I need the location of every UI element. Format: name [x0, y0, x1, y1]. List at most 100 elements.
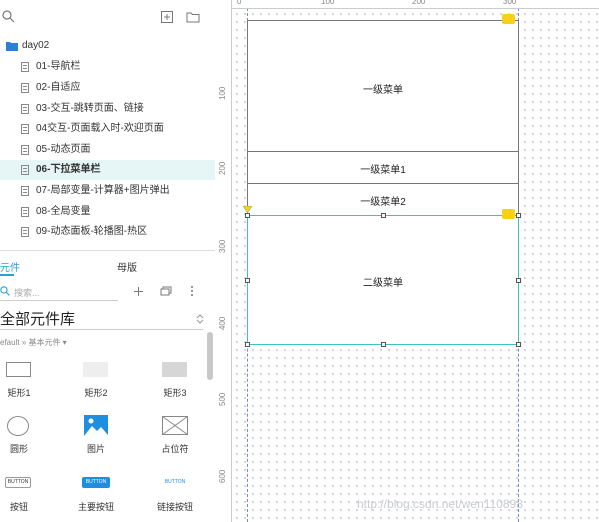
page-item[interactable]: 02-自适应: [0, 78, 215, 98]
page-label: 02-自适应: [36, 82, 81, 93]
add-page-icon[interactable]: [160, 10, 174, 24]
widget-placeholder[interactable]: 占位符: [150, 415, 200, 455]
widget-primary-button[interactable]: BUTTON 主要按钮: [71, 474, 121, 514]
page-item[interactable]: 09-动态面板-轮播图-热区: [0, 222, 215, 242]
menu-item-2-box[interactable]: 一级菜单2: [247, 183, 519, 216]
box-label: 一级菜单1: [360, 165, 406, 176]
page-label: 07-局部变量-计算器+图片弹出: [36, 185, 170, 196]
button-icon: BUTTON: [5, 477, 31, 488]
widget-image[interactable]: 图片: [71, 415, 121, 455]
widget-label: 主要按钮: [77, 502, 114, 512]
page-label: 09-动态面板-轮播图-热区: [36, 226, 148, 237]
widget-label: 矩形3: [163, 388, 187, 398]
design-canvas[interactable]: 0 100 200 300 100 200 300 400 500 600 一级…: [215, 0, 599, 522]
add-library-icon[interactable]: [133, 286, 144, 297]
library-menu-icon[interactable]: [160, 286, 172, 297]
widget-button[interactable]: BUTTON 按钮: [0, 474, 44, 514]
page-icon: [21, 207, 29, 217]
box-label: 一级菜单2: [360, 197, 406, 208]
library-tabs: 元件 母版: [0, 252, 215, 278]
horizontal-ruler: 0 100 200 300: [215, 0, 599, 9]
widget-label: 矩形1: [7, 388, 31, 398]
page-item[interactable]: 08-全局变量: [0, 202, 215, 222]
page-icon: [21, 227, 29, 237]
ruler-label: 500: [218, 392, 227, 406]
resize-handle[interactable]: [245, 213, 250, 218]
widget-label: 矩形2: [84, 388, 108, 398]
placeholder-icon: [162, 416, 188, 435]
main-menu-box[interactable]: 一级菜单: [247, 20, 519, 152]
folder-label: day02: [22, 40, 50, 51]
folder-icon: [6, 42, 18, 51]
page-item[interactable]: 04交互-页面载入时-欢迎页面: [0, 119, 215, 139]
page-item[interactable]: 05-动态页面: [0, 140, 215, 160]
image-icon: [84, 415, 108, 436]
resize-handle[interactable]: [245, 278, 250, 283]
interaction-bolt-icon[interactable]: ⚡: [502, 14, 515, 24]
search-icon: [0, 286, 10, 296]
widget-label: 圆形: [9, 444, 28, 454]
tab-masters[interactable]: 母版: [117, 259, 137, 274]
left-panel: day02 01-导航栏 02-自适应 03-交互-跳转页面、链接 04交互-页…: [0, 0, 215, 522]
widget-link-button[interactable]: BUTTON 链接按钮: [150, 474, 200, 514]
ellipse-icon: [7, 416, 29, 436]
box-label: 二级菜单: [363, 278, 403, 289]
ruler-label: 0: [237, 0, 242, 6]
rectangle-icon: [6, 362, 31, 377]
add-folder-icon[interactable]: [186, 10, 200, 24]
ruler-label: 400: [218, 316, 227, 330]
resize-handle[interactable]: [516, 213, 521, 218]
ruler-label: 300: [503, 0, 517, 6]
library-search-input[interactable]: 搜索...: [14, 286, 40, 299]
panel-divider: [0, 250, 215, 251]
widget-label: 链接按钮: [156, 502, 193, 512]
vertical-ruler: 100 200 300 400 500 600: [215, 0, 232, 522]
page-icon: [21, 104, 29, 114]
interaction-bolt-icon[interactable]: ⚡: [502, 209, 515, 219]
page-item[interactable]: 01-导航栏: [0, 57, 215, 77]
ruler-label: 200: [218, 161, 227, 175]
page-label: 06-下拉菜单栏: [36, 164, 101, 175]
tab-widgets[interactable]: 元件: [0, 259, 20, 274]
page-icon: [21, 62, 29, 72]
page-item[interactable]: 03-交互-跳转页面、链接: [0, 99, 215, 119]
primary-button-icon: BUTTON: [82, 477, 110, 488]
dropdown-arrows-icon[interactable]: [196, 313, 204, 325]
page-icon: [21, 83, 29, 93]
page-label: 03-交互-跳转页面、链接: [36, 103, 144, 114]
search-underline: [0, 300, 118, 301]
search-icon[interactable]: [2, 10, 16, 24]
ruler-label: 300: [218, 239, 227, 253]
ruler-label: 600: [218, 469, 227, 483]
library-title[interactable]: 全部元件库: [0, 308, 75, 329]
resize-handle[interactable]: [381, 342, 386, 347]
page-icon: [21, 186, 29, 196]
page-item[interactable]: 07-局部变量-计算器+图片弹出: [0, 181, 215, 201]
ruler-label: 100: [321, 0, 335, 6]
widget-label: 图片: [86, 444, 105, 454]
widget-rectangle-3[interactable]: 矩形3: [150, 360, 200, 400]
page-label: 04交互-页面载入时-欢迎页面: [36, 123, 164, 134]
ruler-label: 200: [412, 0, 426, 6]
page-label: 05-动态页面: [36, 144, 91, 155]
breadcrumb[interactable]: efault » 基本元件 ▾: [0, 337, 67, 348]
resize-handle[interactable]: [516, 278, 521, 283]
widget-ellipse[interactable]: 圆形: [0, 415, 44, 455]
resize-handle[interactable]: [245, 342, 250, 347]
folder-day02[interactable]: day02: [0, 36, 215, 56]
page-icon: [21, 165, 29, 175]
resize-handle[interactable]: [516, 342, 521, 347]
menu-item-1-box[interactable]: 一级菜单1: [247, 151, 519, 184]
widget-label: 按钮: [9, 502, 28, 512]
submenu-panel[interactable]: 二级菜单: [247, 215, 519, 345]
resize-handle[interactable]: [381, 213, 386, 218]
page-icon: [21, 145, 29, 155]
library-search-row: 搜索...: [0, 282, 215, 302]
active-tab-indicator: [0, 274, 14, 276]
widget-rectangle-2[interactable]: 矩形2: [71, 360, 121, 400]
more-options-icon[interactable]: [190, 285, 194, 297]
watermark: http://blog.csdn.net/wen110898: [357, 497, 523, 511]
page-item-selected[interactable]: 06-下拉菜单栏: [0, 160, 215, 180]
library-scrollbar[interactable]: [207, 332, 213, 380]
widget-rectangle-1[interactable]: 矩形1: [0, 360, 44, 400]
